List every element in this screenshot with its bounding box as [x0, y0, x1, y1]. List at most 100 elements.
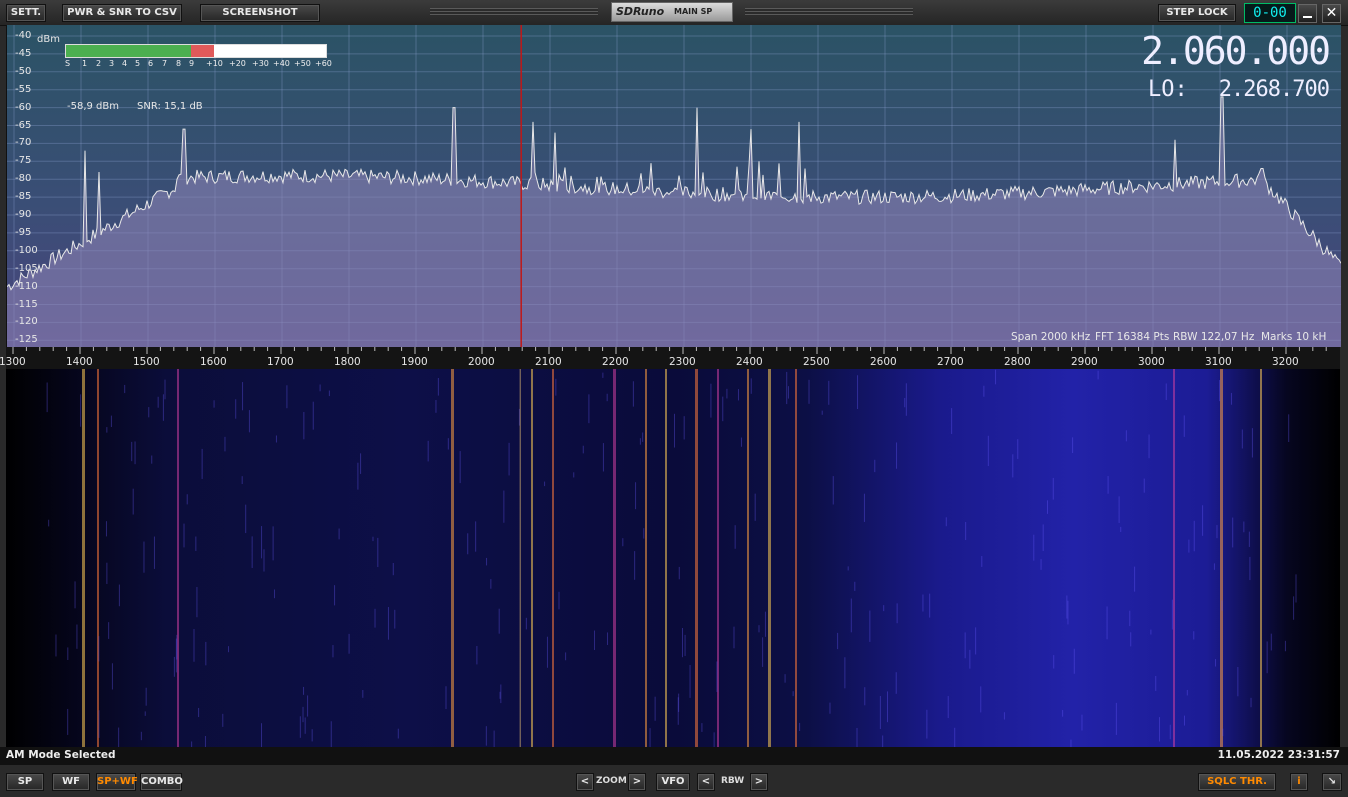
unit-label: dBm	[37, 34, 60, 45]
noise-streak	[864, 687, 866, 706]
noise-streak	[678, 693, 680, 712]
noise-streak	[374, 608, 376, 628]
noise-streak	[758, 625, 760, 633]
zoom-out-button[interactable]: <	[576, 773, 594, 791]
noise-streak	[639, 438, 641, 445]
noise-streak	[716, 661, 718, 693]
noise-streak	[312, 401, 314, 430]
x-tick-label: 2500	[803, 356, 830, 368]
spectrum-fill	[7, 96, 1341, 347]
noise-streak	[140, 731, 142, 741]
noise-streak	[975, 627, 977, 655]
signal-streak	[451, 369, 454, 747]
noise-streak	[1284, 640, 1286, 652]
noise-streak	[734, 525, 736, 549]
drag-grip-left[interactable]	[430, 8, 598, 16]
noise-streak	[213, 400, 215, 408]
noise-streak	[1248, 531, 1250, 547]
rbw-prev-button[interactable]: <	[697, 773, 715, 791]
noise-streak	[201, 448, 203, 479]
noise-streak	[965, 521, 967, 541]
noise-streak	[164, 379, 166, 400]
vfo-button[interactable]: VFO	[656, 773, 690, 791]
noise-streak	[1042, 524, 1044, 552]
step-lock-button[interactable]: STEP LOCK	[1158, 4, 1236, 22]
s-meter-tick: +40	[273, 59, 290, 68]
combo-button[interactable]: COMBO	[140, 773, 183, 791]
signal-streak	[665, 369, 667, 747]
noise-streak	[869, 610, 871, 642]
noise-streak	[905, 383, 907, 416]
noise-streak	[55, 634, 57, 657]
noise-streak	[143, 541, 145, 573]
minimize-icon[interactable]	[1298, 4, 1317, 23]
signal-streak	[552, 369, 554, 747]
noise-streak	[602, 443, 604, 472]
spectrum-plot	[7, 25, 1341, 347]
noise-streak	[643, 528, 645, 539]
noise-streak	[498, 608, 500, 634]
rbw-label: RBW	[721, 776, 745, 786]
noise-streak	[1266, 641, 1268, 674]
zoom-in-button[interactable]: >	[628, 773, 646, 791]
close-icon[interactable]: ✕	[1322, 4, 1341, 23]
s-meter-tick: +20	[229, 59, 246, 68]
noise-streak	[1251, 428, 1253, 458]
waterfall-display[interactable]	[6, 369, 1340, 747]
resize-icon[interactable]: ↘	[1322, 773, 1342, 791]
signal-streak	[747, 369, 749, 747]
noise-streak	[475, 521, 477, 552]
x-tick-label: 2800	[1004, 356, 1031, 368]
screenshot-button[interactable]: SCREENSHOT	[200, 4, 320, 22]
noise-streak	[883, 605, 885, 612]
wf-button[interactable]: WF	[52, 773, 90, 791]
noise-streak	[701, 723, 703, 732]
noise-streak	[1222, 728, 1224, 737]
noise-streak	[1129, 610, 1131, 627]
noise-streak	[995, 369, 997, 385]
signal-streak	[177, 369, 179, 747]
noise-streak	[634, 551, 636, 580]
noise-streak	[124, 384, 126, 394]
frequency-display[interactable]: 2.060.000	[1141, 29, 1331, 73]
spectrum-display[interactable]: dBm -40 -45 -50 -55 -60 -65 -70 -75 -80 -85 -90 -95…	[6, 25, 1341, 347]
noise-streak	[726, 388, 728, 399]
noise-streak	[362, 689, 364, 698]
noise-streak	[459, 451, 461, 484]
noise-streak	[46, 382, 48, 413]
noise-streak	[493, 730, 495, 747]
info-button[interactable]: i	[1290, 773, 1308, 791]
noise-streak	[1081, 714, 1083, 731]
x-tick-label: 2000	[468, 356, 495, 368]
y-tick-label: -120	[15, 316, 38, 328]
sp-button[interactable]: SP	[6, 773, 44, 791]
y-tick-label: -60	[15, 101, 32, 113]
noise-streak	[710, 383, 712, 418]
span-info: Span 2000 kHz	[1011, 331, 1091, 343]
noise-streak	[837, 632, 839, 650]
noise-streak	[110, 415, 112, 428]
noise-streak	[674, 413, 676, 448]
settings-button[interactable]: SETT.	[6, 4, 46, 22]
noise-streak	[856, 728, 858, 747]
noise-streak	[134, 441, 136, 465]
noise-streak	[722, 396, 724, 422]
noise-streak	[275, 435, 277, 443]
y-tick-label: -55	[15, 83, 32, 95]
noise-streak	[153, 536, 155, 569]
noise-streak	[387, 607, 389, 640]
s-meter-fill	[66, 45, 214, 57]
noise-streak	[299, 716, 301, 738]
sqlc-threshold-button[interactable]: SQLC THR.	[1198, 773, 1276, 791]
frequency-axis[interactable]: 1300 1400 1500 1600 1700 1800 1900 2000 2100 2200…	[0, 347, 1340, 369]
drag-grip-right[interactable]	[745, 8, 913, 16]
noise-streak	[332, 645, 334, 658]
pwr-snr-csv-button[interactable]: PWR & SNR TO CSV	[62, 4, 182, 22]
noise-streak	[1053, 655, 1055, 669]
noise-streak	[1106, 606, 1108, 640]
lo-frequency[interactable]: 2.268.700	[1219, 77, 1330, 102]
rbw-next-button[interactable]: >	[750, 773, 768, 791]
y-tick-label: -105	[15, 262, 38, 274]
sp-wf-button[interactable]: SP+WF	[96, 773, 138, 791]
noise-streak	[437, 377, 439, 396]
